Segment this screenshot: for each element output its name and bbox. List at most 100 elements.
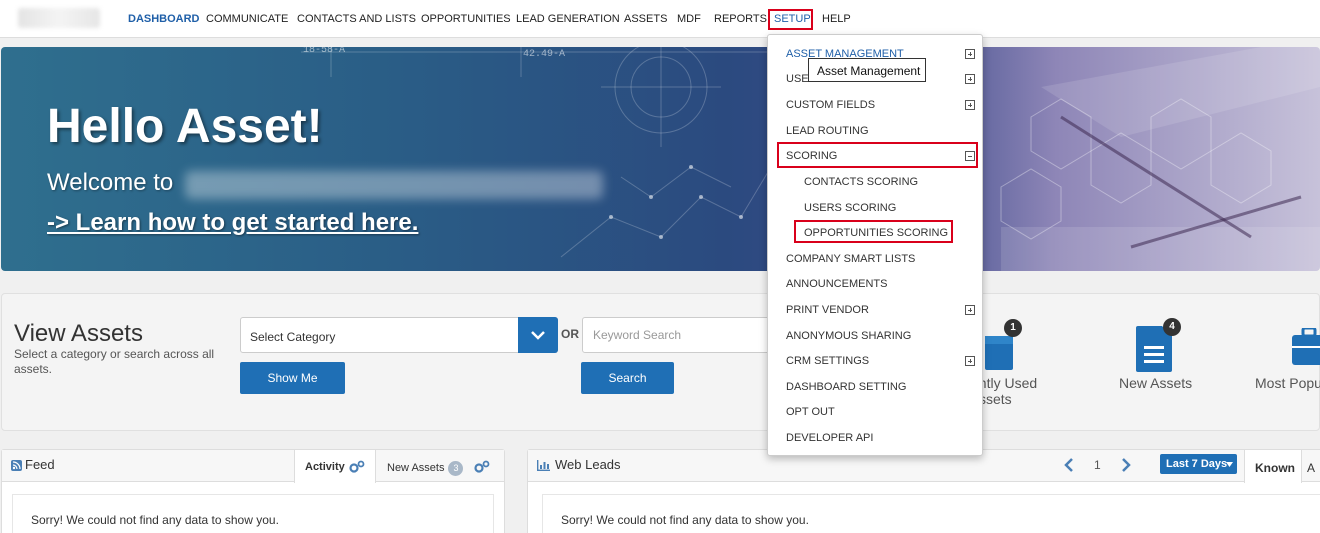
menu-company-smart-lists-label: COMPANY SMART LISTS [786, 253, 916, 265]
page-number: 1 [1094, 458, 1101, 472]
feed-body: Sorry! We could not find any data to sho… [12, 494, 494, 533]
show-me-button[interactable]: Show Me [240, 362, 345, 394]
category-select-value: Select Category [250, 330, 336, 344]
tab-anonymous-label: A [1307, 461, 1316, 475]
feed-panel-header: Feed Activity New Assets 3 [2, 450, 504, 483]
expand-plus-icon[interactable] [965, 356, 975, 366]
menu-developer-api-label: DEVELOPER API [786, 432, 874, 444]
expand-plus-icon[interactable] [965, 305, 975, 315]
keyword-search-input[interactable] [582, 317, 782, 353]
nav-opportunities[interactable]: OPPORTUNITIES [421, 13, 511, 25]
tab-new-assets-label: New Assets [387, 462, 445, 474]
menu-anonymous-sharing-label: ANONYMOUS SHARING [786, 330, 912, 342]
category-dropdown-button[interactable] [518, 317, 558, 353]
nav-assets[interactable]: ASSETS [624, 13, 667, 25]
hero-title: Hello Asset! [47, 100, 323, 153]
web-leads-panel: Web Leads 1 Last 7 Days Known A Sorry! W… [527, 449, 1320, 533]
tooltip: Asset Management [808, 58, 926, 82]
menu-opt-out-label: OPT OUT [786, 406, 835, 418]
search-button[interactable]: Search [581, 362, 674, 394]
web-leads-empty-message: Sorry! We could not find any data to sho… [561, 513, 809, 527]
new-assets-badge: 4 [1163, 318, 1181, 336]
menu-print-vendor-label: PRINT VENDOR [786, 304, 869, 316]
tab-anonymous[interactable]: A [1303, 450, 1320, 483]
opportunities-scoring-highlight-box [794, 220, 953, 243]
setup-dropdown-menu: ASSET MANAGEMENT USER MANAGEMENT CUSTOM … [767, 34, 983, 456]
rss-icon [11, 460, 22, 471]
menu-lead-routing-label: LEAD ROUTING [786, 125, 869, 137]
menu-users-scoring[interactable]: USERS SCORING [768, 196, 982, 220]
tab-known-label: Known [1255, 461, 1295, 475]
menu-dashboard-setting-label: DASHBOARD SETTING [786, 381, 907, 393]
menu-anonymous-sharing[interactable]: ANONYMOUS SHARING [768, 324, 982, 348]
tab-known[interactable]: Known [1244, 450, 1302, 483]
briefcase-icon [1292, 328, 1320, 365]
feed-title: Feed [25, 457, 55, 472]
nav-contacts-and-lists[interactable]: CONTACTS AND LISTS [297, 13, 416, 25]
company-logo[interactable] [18, 8, 100, 28]
menu-lead-routing[interactable]: LEAD ROUTING [768, 119, 982, 143]
menu-custom-fields-label: CUSTOM FIELDS [786, 99, 876, 111]
menu-developer-api[interactable]: DEVELOPER API [768, 426, 982, 450]
chevron-down-icon [531, 331, 545, 340]
view-assets-panel: View Assets Select a category or search … [1, 293, 1320, 431]
chevron-right-icon[interactable] [1120, 457, 1132, 473]
menu-announcements-label: ANNOUNCEMENTS [786, 278, 888, 290]
web-leads-title: Web Leads [555, 457, 621, 472]
archive-box-icon [985, 336, 1013, 370]
network-graphic [301, 47, 1320, 271]
view-assets-title: View Assets [14, 320, 143, 347]
nav-reports[interactable]: REPORTS [714, 13, 767, 25]
menu-crm-settings[interactable]: CRM SETTINGS [768, 349, 982, 373]
menu-custom-fields[interactable]: CUSTOM FIELDS [768, 93, 982, 117]
nav-help[interactable]: HELP [822, 13, 851, 25]
top-nav: DASHBOARD COMMUNICATE CONTACTS AND LISTS… [0, 0, 1320, 38]
page: DASHBOARD COMMUNICATE CONTACTS AND LISTS… [0, 0, 1320, 533]
recently-used-label-line2: ssets [979, 391, 1012, 407]
caret-down-icon [1226, 462, 1233, 467]
menu-opt-out[interactable]: OPT OUT [768, 400, 982, 424]
chevron-left-icon[interactable] [1063, 457, 1075, 473]
hero-coordinate-a: 18-58-A [303, 47, 346, 56]
expand-plus-icon[interactable] [965, 100, 975, 110]
tab-activity-label: Activity [305, 461, 345, 473]
or-label: OR [561, 327, 579, 341]
tab-new-assets-wrap: New Assets 3 [387, 461, 464, 476]
tab-new-assets[interactable]: New Assets 3 [377, 450, 497, 483]
view-assets-subtitle: Select a category or search across all a… [14, 347, 215, 376]
menu-announcements[interactable]: ANNOUNCEMENTS [768, 272, 982, 296]
nav-communicate[interactable]: COMMUNICATE [206, 13, 288, 25]
feed-empty-message: Sorry! We could not find any data to sho… [31, 513, 279, 527]
menu-crm-settings-label: CRM SETTINGS [786, 355, 870, 367]
menu-contacts-scoring[interactable]: CONTACTS SCORING [768, 170, 982, 194]
menu-contacts-scoring-label: CONTACTS SCORING [804, 176, 919, 188]
expand-plus-icon[interactable] [965, 74, 975, 84]
date-range-dropdown[interactable]: Last 7 Days [1160, 454, 1237, 474]
most-popular-label: Most Popul [1255, 375, 1320, 391]
recently-used-badge: 1 [1004, 319, 1022, 337]
gears-icon [474, 460, 490, 473]
menu-print-vendor[interactable]: PRINT VENDOR [768, 298, 982, 322]
gears-icon [349, 460, 365, 473]
date-range-label: Last 7 Days [1166, 458, 1228, 470]
setup-highlight-box [768, 9, 813, 30]
blurred-portal-name [185, 171, 603, 199]
menu-dashboard-setting[interactable]: DASHBOARD SETTING [768, 375, 982, 399]
nav-dashboard[interactable]: DASHBOARD [128, 13, 200, 25]
scoring-highlight-box [777, 142, 978, 168]
new-assets-count-badge: 3 [448, 461, 464, 476]
nav-mdf[interactable]: MDF [677, 13, 701, 25]
hero-banner: 18-58-A 42.49-A Hello Asset! Welcome to … [1, 47, 1320, 271]
tab-activity[interactable]: Activity [294, 450, 376, 483]
expand-plus-icon[interactable] [965, 49, 975, 59]
get-started-link[interactable]: -> Learn how to get started here. [47, 209, 418, 237]
new-assets-label: New Assets [1119, 375, 1193, 391]
hero-welcome-text: Welcome to [47, 169, 174, 196]
menu-company-smart-lists[interactable]: COMPANY SMART LISTS [768, 247, 982, 271]
menu-users-scoring-label: USERS SCORING [804, 202, 897, 214]
tooltip-text: Asset Management [817, 64, 921, 78]
nav-lead-generation[interactable]: LEAD GENERATION [516, 13, 620, 25]
bar-chart-icon [537, 460, 550, 471]
category-select[interactable]: Select Category [240, 317, 558, 353]
hero-coordinate-b: 42.49-A [523, 49, 566, 60]
